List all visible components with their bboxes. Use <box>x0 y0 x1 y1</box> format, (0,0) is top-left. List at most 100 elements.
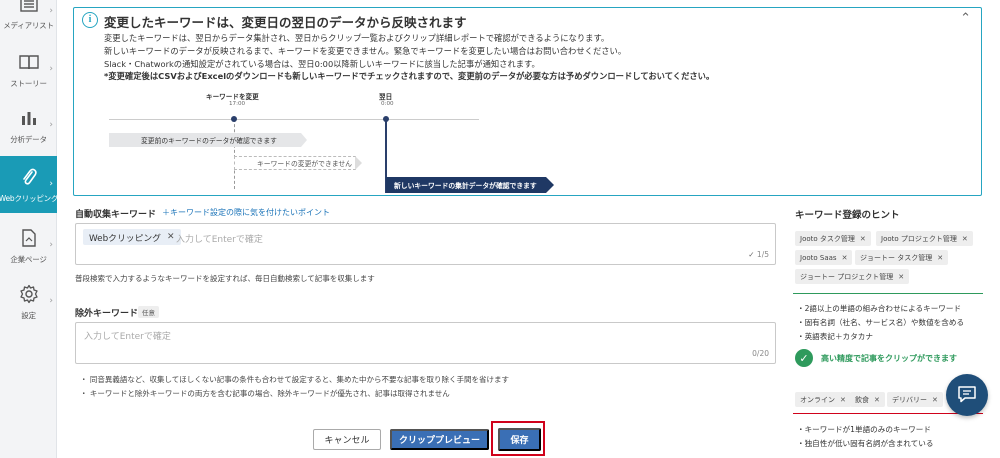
cancel-button[interactable]: キャンセル <box>313 429 381 450</box>
clip-preview-button[interactable]: クリッププレビュー <box>390 429 489 450</box>
hint-chip: Jooto プロジェクト管理 ✕ <box>876 231 973 246</box>
chat-bubble-icon <box>957 385 977 406</box>
auto-keyword-counter: ✓ 1/5 <box>748 250 769 259</box>
chevron-right-icon: › <box>49 6 53 16</box>
good-result: 高い精度で記事をクリップができます <box>821 354 957 363</box>
document-icon <box>18 227 40 249</box>
close-icon: ✕ <box>932 395 938 404</box>
chevron-up-icon[interactable]: ⌃ <box>960 11 971 26</box>
bad-hint-chip: オンライン ✕ <box>795 392 851 407</box>
hint-chip: Jooto タスク管理 ✕ <box>795 231 871 246</box>
hint-chip-label: Jooto タスク管理 <box>800 234 855 243</box>
auto-keyword-label: 自動収集キーワード <box>75 210 157 220</box>
timeline-new-data-bar: 新しいキーワードの集計データが確認できます <box>386 177 554 193</box>
hint-chip-label: デリバリー <box>892 395 927 404</box>
hint-chip-label: 飲食 <box>855 395 869 404</box>
timeline-before-data-bar: 変更前のキーワードのデータが確認できます <box>109 133 307 147</box>
notice-line: Slack・Chatworkの通知設定がされている場合は、翌日0:00以降新しい… <box>104 58 540 69</box>
timeline-cannot-change-text: キーワードの変更ができません <box>257 160 352 168</box>
notice-panel: i 変更したキーワードは、変更日の翌日のデータから反映されます ⌃ 変更したキー… <box>73 7 982 196</box>
hint-chip-label: Jooto Saas <box>800 253 837 262</box>
sidebar-item-media-list[interactable]: メディアリスト › <box>0 0 57 32</box>
exclude-keyword-placeholder: 入力してEnterで確定 <box>84 332 171 342</box>
timeline-cannot-change-tip <box>355 156 362 170</box>
sidebar-item-story[interactable]: ストーリー › <box>0 47 57 92</box>
sidebar-item-label: Webクリッピング <box>0 193 59 203</box>
timeline-change-time: 17:00 <box>229 101 246 107</box>
sidebar-item-analytics[interactable]: 分析データ › <box>0 102 57 149</box>
info-icon: i <box>82 12 98 28</box>
sidebar-item-label: ストーリー <box>10 78 47 88</box>
notice-bold-line: *変更確定後はCSVおよびExcelのダウンロードも新しいキーワードでチェックさ… <box>104 71 715 82</box>
close-icon: ✕ <box>898 272 905 281</box>
hint-chip-label: ジョートー プロジェクト管理 <box>800 272 894 281</box>
exclude-note: ・ キーワードと除外キーワードの両方を含む記事の場合、除外キーワードが優先され、… <box>80 389 450 398</box>
notice-line: 新しいキーワードのデータが反映されるまで、キーワードを変更できません。緊急でキー… <box>104 45 627 56</box>
timeline-change-dot <box>231 116 237 122</box>
good-point: ・固有名詞（社名、サービス名）や数値を含める <box>797 318 965 327</box>
check-icon: ✓ <box>748 250 755 259</box>
timeline-change-label: キーワードを変更 <box>206 93 259 101</box>
list-icon <box>18 0 40 15</box>
sidebar-item-label: 設定 <box>21 311 36 320</box>
chevron-right-icon: › <box>49 296 53 306</box>
sidebar-item-label: 分析データ <box>10 134 47 144</box>
check-circle-icon: ✓ <box>795 349 813 367</box>
sidebar: メディアリスト › ストーリー › 分析データ › Webクリッピング › 企業… <box>0 0 59 458</box>
exclude-keyword-counter: 0/20 <box>752 349 769 358</box>
close-icon: ✕ <box>841 253 848 262</box>
timeline-change-marker <box>234 119 235 189</box>
exclude-keyword-input[interactable]: 入力してEnterで確定 0/20 <box>75 322 776 364</box>
paperclip-icon <box>18 166 40 188</box>
chevron-right-icon: › <box>49 178 53 189</box>
auto-keyword-count: 1/5 <box>756 250 769 259</box>
timeline-new-data-text: 新しいキーワードの集計データが確認できます <box>394 182 537 190</box>
sidebar-item-label: 企業ページ <box>10 255 47 264</box>
good-divider <box>793 293 983 294</box>
remove-tag-icon[interactable]: ✕ <box>167 232 175 242</box>
exclude-note: ・ 同音異義語など、収集してほしくない記事の条件も合わせて設定すると、集めた中か… <box>80 375 509 384</box>
notice-body: 変更したキーワードは、翌日からデータ集計され、翌日からクリップ一覧およびクリップ… <box>104 32 714 83</box>
hint-chip: ジョートー タスク管理 ✕ <box>855 250 949 265</box>
sidebar-item-company-page[interactable]: 企業ページ › <box>0 222 57 270</box>
chat-button[interactable] <box>946 374 988 416</box>
bad-point: ・独自性が低い固有名詞が含まれている <box>797 439 934 448</box>
keyword-tips-link[interactable]: ＋キーワード設定の際に気を付けたいポイント <box>162 207 330 218</box>
hint-chip-label: Jooto プロジェクト管理 <box>881 234 957 243</box>
close-icon: ✕ <box>840 395 846 404</box>
optional-badge: 任意 <box>138 306 159 318</box>
sidebar-item-settings[interactable]: 設定 › <box>0 278 57 326</box>
keyword-tag: Webクリッピング ✕ <box>83 229 181 245</box>
notice-line: 変更したキーワードは、翌日からデータ集計され、翌日からクリップ一覧およびクリップ… <box>104 33 610 43</box>
sidebar-item-web-clipping[interactable]: Webクリッピング › <box>0 156 59 213</box>
exclude-note-text: キーワードと除外キーワードの両方を含む記事の場合、除外キーワードが優先され、記事… <box>89 389 450 398</box>
good-point: ・2語以上の単語の組み合わせによるキーワード <box>797 304 962 313</box>
gear-icon <box>18 283 40 305</box>
hint-chip: ジョートー プロジェクト管理 ✕ <box>795 269 910 284</box>
notice-title: 変更したキーワードは、変更日の翌日のデータから反映されます <box>104 15 467 30</box>
good-point: ・英語表記＋カタカナ <box>797 332 873 341</box>
auto-keyword-placeholder: 入力してEnterで確定 <box>176 235 263 245</box>
hint-chip: Jooto Saas ✕ <box>795 250 853 265</box>
bar-chart-icon <box>18 107 40 129</box>
keyword-tag-label: Webクリッピング <box>89 233 161 244</box>
timeline-before-data-text: 変更前のキーワードのデータが確認できます <box>141 137 277 145</box>
hints-title: キーワード登録のヒント <box>795 210 900 221</box>
auto-keyword-input[interactable]: Webクリッピング ✕ 入力してEnterで確定 ✓ 1/5 <box>75 223 776 265</box>
chevron-right-icon: › <box>49 119 53 130</box>
chevron-right-icon: › <box>49 240 53 250</box>
exclude-keyword-label: 除外キーワード <box>75 309 139 319</box>
hint-chip-label: ジョートー タスク管理 <box>860 253 933 262</box>
bad-hint-chip: 飲食 ✕ <box>850 392 885 407</box>
exclude-note-text: 同音異義語など、収集してほしくない記事の条件も合わせて設定すると、集めた中から不… <box>89 375 509 384</box>
bad-point: ・キーワードが1単語のみのキーワード <box>797 425 931 434</box>
auto-keyword-help: 普段検索で入力するようなキーワードを設定すれば、毎日自動検索して記事を収集します <box>75 274 375 283</box>
bad-hint-chip: デリバリー ✕ <box>887 392 943 407</box>
timeline-diagram: キーワードを変更 17:00 翌日 0:00 変更前のキーワードのデータが確認で… <box>104 91 554 196</box>
save-button[interactable]: 保存 <box>498 428 541 451</box>
timeline-cannot-change-bar: キーワードの変更ができません <box>234 156 356 170</box>
timeline-axis <box>109 119 479 120</box>
sidebar-item-label: メディアリスト <box>3 21 54 30</box>
book-icon <box>18 51 40 73</box>
timeline-next-label: 翌日 <box>379 93 393 101</box>
